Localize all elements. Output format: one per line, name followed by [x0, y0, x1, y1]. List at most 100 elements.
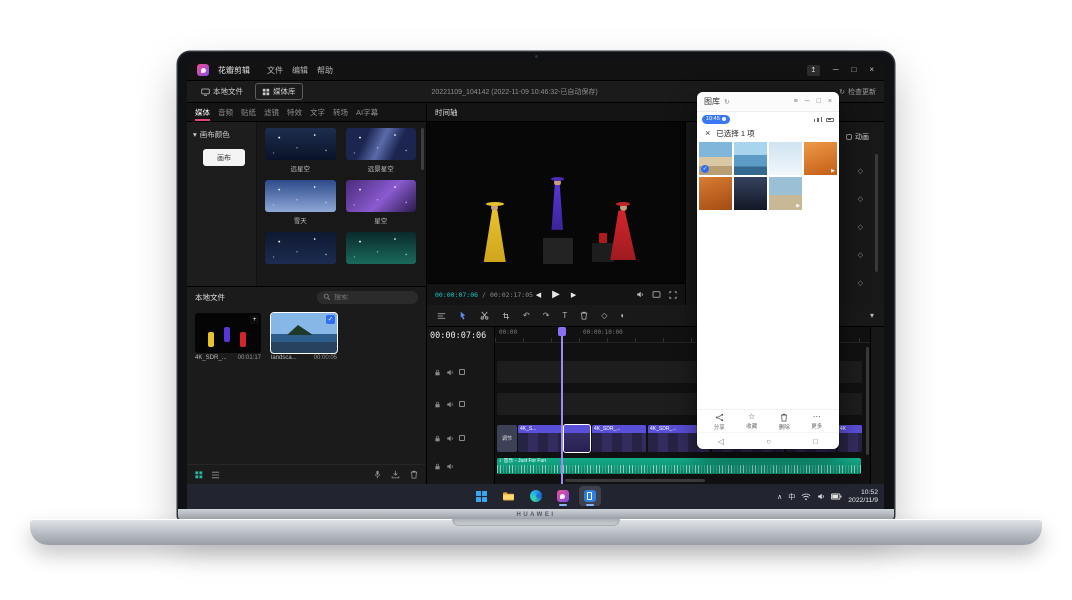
mute-icon[interactable] [446, 369, 454, 376]
hide-track-icon[interactable] [459, 369, 465, 375]
media-item[interactable]: 雪天 [265, 180, 336, 225]
tab-text[interactable]: 文字 [310, 103, 325, 121]
search-box[interactable] [317, 290, 418, 304]
video-clip[interactable]: 4K_SDR_... [592, 425, 646, 452]
favorite-button[interactable]: ☆ 收藏 [746, 413, 757, 431]
play-button[interactable]: ▶ [552, 289, 560, 300]
wifi-icon[interactable] [801, 493, 811, 501]
split-scissors-icon[interactable] [480, 311, 489, 320]
keyframe-tool-icon[interactable]: ◇ [601, 311, 607, 320]
video-clip[interactable]: 4K [838, 425, 862, 452]
media-item[interactable]: 星空 [345, 180, 416, 225]
start-button[interactable] [471, 486, 493, 506]
redo-icon[interactable]: ↷ [543, 311, 550, 320]
video-clip-selected[interactable] [563, 424, 591, 453]
ime-indicator[interactable]: 中 [788, 492, 795, 502]
nav-recents-icon[interactable]: □ [813, 437, 818, 446]
delete-icon[interactable] [410, 470, 418, 479]
photo-tile[interactable] [768, 142, 803, 176]
local-files-button[interactable]: 本地文件 [195, 84, 249, 99]
edge-browser-button[interactable] [525, 486, 547, 506]
phone-maximize-button[interactable]: □ [817, 98, 821, 105]
video-clip[interactable]: 4K_S... [518, 425, 562, 452]
timeline-vertical-scrollbar[interactable] [866, 347, 869, 455]
properties-scrollbar[interactable] [875, 154, 878, 272]
grid-view-icon[interactable] [195, 470, 203, 479]
mask-tool-icon[interactable]: ◐ [620, 311, 625, 320]
keyframe-icon[interactable]: ◇ [858, 168, 863, 175]
playhead-handle[interactable] [558, 327, 566, 336]
photo-tile[interactable] [699, 176, 733, 211]
delete-clip-icon[interactable] [580, 311, 588, 320]
hide-track-icon[interactable] [459, 401, 465, 407]
file-explorer-button[interactable] [498, 486, 520, 506]
canvas-color-group[interactable]: ▾ 画布颜色 [193, 129, 250, 140]
menu-file[interactable]: 文件 [267, 65, 283, 76]
adjustment-clip[interactable]: 调节 [497, 425, 517, 452]
mute-icon[interactable] [446, 401, 454, 408]
phone-minimize-button[interactable]: ─ [805, 98, 810, 105]
undo-icon[interactable]: ↶ [523, 311, 530, 320]
mute-icon[interactable] [446, 435, 454, 442]
media-item[interactable] [265, 232, 336, 264]
close-button[interactable]: × [869, 66, 874, 74]
export-icon[interactable]: ↥ [806, 64, 820, 76]
next-frame-button[interactable]: ▶ [571, 291, 576, 299]
hide-track-icon[interactable] [459, 435, 465, 441]
menu-help[interactable]: 帮助 [317, 65, 333, 76]
microphone-icon[interactable] [374, 470, 381, 479]
crop-icon[interactable] [502, 312, 510, 320]
text-tool-icon[interactable]: T [562, 311, 567, 320]
add-to-timeline-icon[interactable]: + [250, 315, 259, 324]
phone-menu-icon[interactable]: ≡ [794, 98, 798, 105]
keyframe-icon[interactable]: ◇ [858, 196, 863, 203]
rotate-icon[interactable]: ↻ [724, 98, 730, 106]
tab-filter[interactable]: 滤镜 [264, 103, 279, 121]
media-item[interactable]: 远星空 [265, 128, 336, 173]
share-button[interactable]: 分享 [714, 413, 725, 431]
timeline-horizontal-scrollbar[interactable] [565, 479, 705, 482]
exit-selection-icon[interactable]: × [705, 129, 710, 138]
playhead[interactable] [558, 327, 566, 484]
tab-sticker[interactable]: 贴纸 [241, 103, 256, 121]
media-library-button[interactable]: 媒体库 [255, 83, 303, 100]
fullscreen-icon[interactable] [669, 290, 677, 299]
keyframe-icon[interactable]: ◇ [858, 252, 863, 259]
tray-chevron-icon[interactable]: ∧ [777, 493, 782, 501]
more-button[interactable]: ⋯ 更多 [811, 413, 822, 431]
video-preview[interactable] [427, 122, 685, 283]
photo-tile-selected[interactable]: ✓ [699, 142, 733, 176]
photo-tile[interactable]: ▶ [768, 176, 803, 211]
import-icon[interactable] [391, 470, 400, 479]
collapse-panel-icon[interactable]: ▾ [870, 311, 874, 320]
tab-effect[interactable]: 特效 [287, 103, 302, 121]
photo-tile[interactable]: ▶ [803, 142, 837, 176]
search-input[interactable] [334, 293, 412, 301]
track-manager-icon[interactable] [437, 312, 446, 320]
animation-section[interactable]: 动画 [846, 132, 869, 142]
phone-window-titlebar[interactable]: 图库 ↻ ≡ ─ □ × [697, 92, 839, 112]
lock-icon[interactable] [434, 435, 441, 442]
media-item[interactable] [345, 232, 416, 264]
volume-icon[interactable] [636, 291, 644, 298]
lock-icon[interactable] [434, 463, 441, 470]
music-clip[interactable]: ♪ 音乐 - Just For Fun [497, 458, 861, 474]
keyframe-icon[interactable]: ◇ [858, 224, 863, 231]
photo-tile[interactable] [733, 142, 768, 176]
list-view-icon[interactable] [211, 471, 220, 479]
check-update-button[interactable]: ↻ 检查更新 [839, 87, 876, 97]
aspect-ratio-icon[interactable] [652, 291, 661, 298]
maximize-button[interactable]: □ [851, 66, 856, 74]
minimize-button[interactable]: ─ [833, 66, 839, 74]
tab-media[interactable]: 媒体 [195, 103, 210, 121]
nav-home-icon[interactable]: ○ [766, 437, 771, 446]
delete-button[interactable]: 删除 [779, 413, 790, 431]
media-grid-scrollbar[interactable] [421, 128, 424, 170]
lock-icon[interactable] [434, 369, 441, 376]
tab-transition[interactable]: 转场 [333, 103, 348, 121]
lock-icon[interactable] [434, 401, 441, 408]
phone-close-button[interactable]: × [828, 98, 832, 105]
phone-assistant-taskbar-button[interactable] [578, 486, 601, 506]
petal-clip-taskbar-button[interactable] [552, 486, 574, 506]
keyframe-icon[interactable]: ◇ [858, 280, 863, 287]
